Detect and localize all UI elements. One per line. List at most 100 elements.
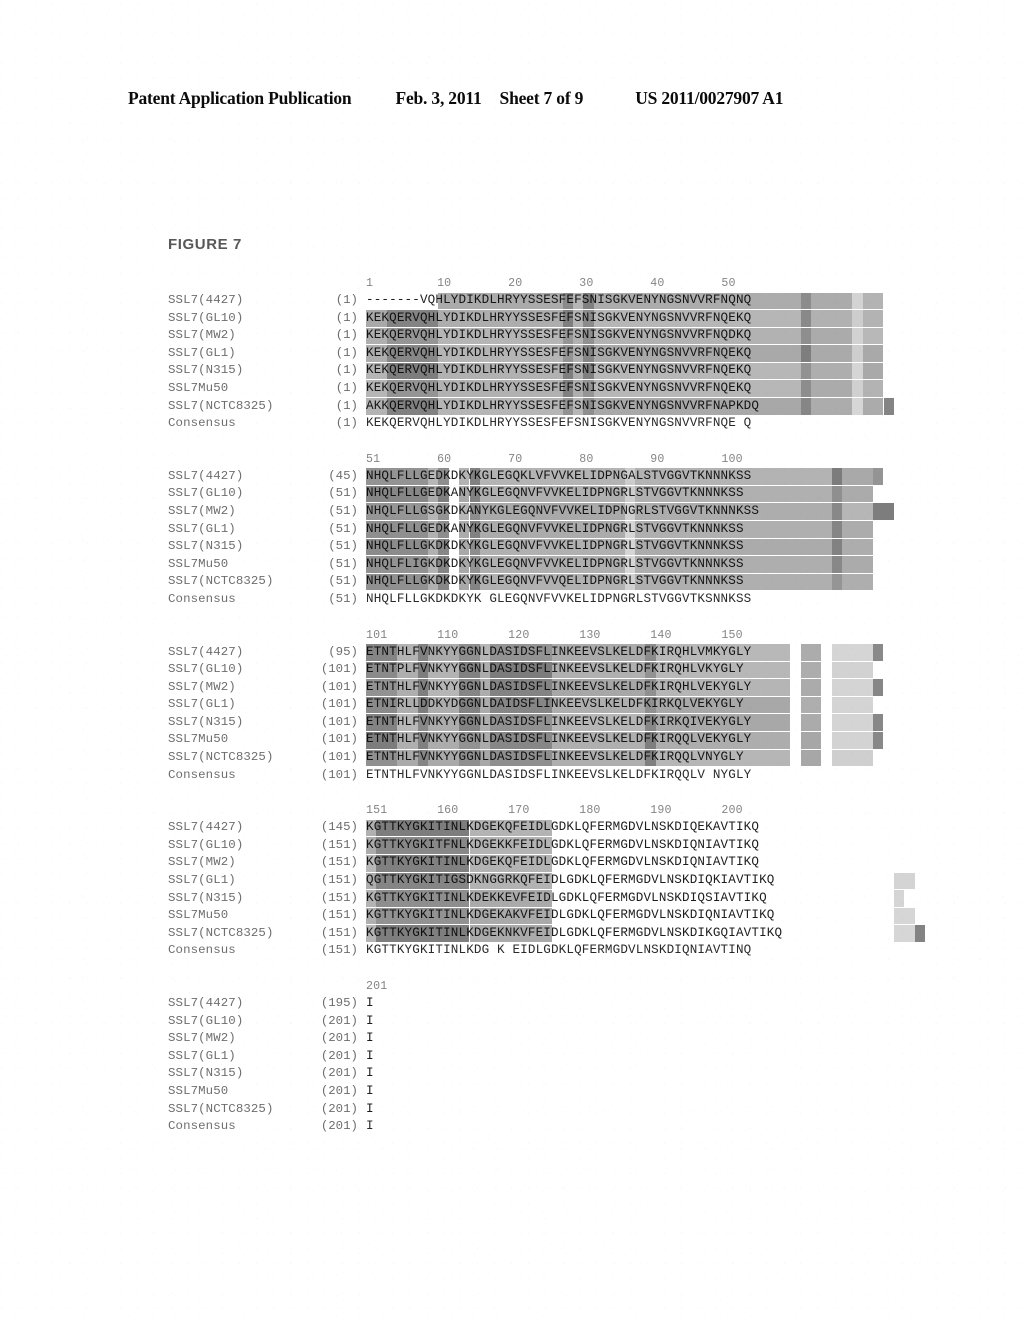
sequence-row: SSL7(NCTC8325) (151) KGTTKYGKITINLKDGEKNKV… <box>168 925 925 943</box>
sequence-row: SSL7(4427) (1) -------VQHLYDIKDLHRYYSSESFE… <box>168 292 888 310</box>
sequence-residues: KEKQERVQHLYDIKDLHRYYSSESFEFSNISGKVENYNGS… <box>366 416 752 431</box>
sequence-start-position: (151) <box>320 855 358 870</box>
sequence-residues: KEKQERVQHLYDIKDLHRYYSSESFEFSNISGKVENYNGS… <box>366 362 884 380</box>
sequence-row: SSL7(N315) (201) I <box>168 1065 888 1083</box>
residue-shading <box>862 327 884 345</box>
sequence-residues: I <box>366 1048 374 1063</box>
sequence-start-position: (101) <box>320 662 358 677</box>
alignment-ruler: 1 10 20 30 40 50 <box>168 275 888 292</box>
sequence-residues: AKKQERVQHLYDIKDLHRYYSSESFEFSNISGKVENYNGS… <box>366 398 894 416</box>
sequence-residues: -------VQHLYDIKDLHRYYSSESFEFSNISGKVENYNG… <box>366 292 884 310</box>
sequence-row: SSL7(GL10) (201) I <box>168 1013 888 1031</box>
sequence-residues: I <box>366 1066 374 1081</box>
sequence-residues: KGTTKYGKITINLKDGEKQFEIDLGDKLQFERMGDVLNSK… <box>366 819 759 837</box>
residue-shading <box>893 872 915 890</box>
residue-shading <box>873 468 884 485</box>
ruler-ticks: 151 160 170 180 190 200 <box>366 804 743 818</box>
ruler-ticks: 101 110 120 130 140 150 <box>366 628 743 642</box>
sequence-name: SSL7Mu50 <box>168 732 229 747</box>
residue-shading <box>862 310 884 327</box>
residue-shading <box>811 310 853 327</box>
residue-shading <box>831 503 843 521</box>
sequence-name: SSL7(4427) <box>168 644 244 659</box>
alignment-block: 51 60 70 80 90 100 SSL7(4427) (45) NHQLFLLG… <box>168 451 894 609</box>
residue-shading <box>800 661 822 679</box>
sequence-row: SSL7Mu50 (151) KGTTKYGKITINLKDGEKAKVFEIDLG… <box>168 907 915 925</box>
sequence-start-position: (1) <box>335 293 358 307</box>
sequence-start-position: (151) <box>320 925 358 940</box>
sequence-row: SSL7(4427) (45) NHQLFLLGEDKDKYKGLEGQKLVFVV… <box>168 468 888 486</box>
sequence-start-position: (45) <box>328 468 358 483</box>
sequence-start-position: (101) <box>320 767 358 782</box>
residue-shading <box>862 380 884 398</box>
sheet-number: Sheet 7 of 9 <box>499 88 584 108</box>
residue-shading <box>883 398 894 415</box>
sequence-name: SSL7(GL10) <box>168 662 244 677</box>
sequence-start-position: (145) <box>320 820 358 835</box>
sequence-row: SSL7(MW2) (51) NHQLFLLGSGKDKANYKGLEGQNVFVV… <box>168 503 894 521</box>
sequence-start-position: (101) <box>320 697 358 712</box>
residue-shading <box>852 292 863 310</box>
sequence-start-position: (201) <box>320 1119 358 1134</box>
sequence-residues: ETNTHLFVNKYYGGNLDASIDSFLINKEEVSLKELDFKIR… <box>366 644 884 662</box>
publication-label: Patent Application Publication <box>128 88 352 108</box>
sequence-name: SSL7(MW2) <box>168 503 236 518</box>
residue-shading <box>831 661 874 679</box>
residue-shading <box>800 398 812 415</box>
publication-date: Feb. 3, 2011 <box>395 88 482 108</box>
alignment-ruler: 101 110 120 130 140 150 <box>168 627 888 644</box>
figure-title: FIGURE 7 <box>168 236 242 253</box>
residue-shading <box>831 714 874 731</box>
alignment-block: 201 SSL7(4427) (195) I SSL7(GL10) (201) I SSL7(… <box>168 978 888 1136</box>
sequence-name: SSL7(GL10) <box>168 310 244 325</box>
residue-shading <box>842 468 874 485</box>
sequence-row: SSL7(NCTC8325) (101) ETNTHLFVNKYYGGNLDASID… <box>168 749 888 767</box>
sequence-residues: KEKQERVQHLYDIKDLHRYYSSESFEFSNISGKVENYNGS… <box>366 310 884 328</box>
sequence-name: SSL7Mu50 <box>168 380 229 395</box>
sequence-residues: KGTTKYGKITINLKDG K EIDLGDKLQFERMGDVLNSKD… <box>366 943 752 958</box>
sequence-row: SSL7(NCTC8325) (1) AKKQERVQHLYDIKDLHRYYSSE… <box>168 398 894 416</box>
residue-shading <box>831 731 874 749</box>
sequence-start-position: (151) <box>320 943 358 958</box>
sequence-residues: ETNTHLFVNKYYGGNLDASIDSFLINKEEVSLKELDFKIR… <box>366 767 752 782</box>
residue-shading <box>842 556 874 573</box>
sequence-name: SSL7(N315) <box>168 539 244 554</box>
sequence-row: SSL7(GL10) (51) NHQLFLLGEDKANYKGLEGQNVFVVK… <box>168 485 888 503</box>
sequence-start-position: (51) <box>328 503 358 518</box>
sequence-row: SSL7Mu50 (1) KEKQERVQHLYDIKDLHRYYSSESFEFSN… <box>168 380 888 398</box>
sequence-residues: NHQLFLIGKDKDKYKGLEGQNVFVVKELIDPNGRLSTVGG… <box>366 556 874 574</box>
residue-shading <box>862 362 884 380</box>
sequence-name: SSL7(N315) <box>168 1066 244 1081</box>
sequence-start-position: (1) <box>335 380 358 395</box>
sequence-residues: I <box>366 1119 374 1134</box>
sequence-row: SSL7(MW2) (151) KGTTKYGKITINLKDGEKQFEIDLGD… <box>168 854 888 872</box>
sequence-start-position: (1) <box>335 328 358 343</box>
residue-shading <box>852 345 863 362</box>
sequence-row: SSL7(GL10) (1) KEKQERVQHLYDIKDLHRYYSSESFEF… <box>168 310 888 328</box>
sequence-name: SSL7(GL1) <box>168 873 236 888</box>
sequence-residues: I <box>366 1031 374 1046</box>
sequence-residues: I <box>366 1083 374 1098</box>
sequence-residues: ETNTHLFVNKYYGGNLDASIDSFLINKEEVSLKELDFKIR… <box>366 749 874 767</box>
sequence-row: SSL7(GL10) (151) KGTTKYGKITFNLKDGEKKFEIDLG… <box>168 837 888 855</box>
sequence-name: SSL7(GL1) <box>168 345 236 360</box>
sequence-start-position: (151) <box>320 873 358 888</box>
residue-shading <box>831 749 874 767</box>
residue-shading <box>800 749 822 767</box>
residue-shading <box>800 731 822 749</box>
residue-shading <box>811 362 853 380</box>
residue-shading <box>852 380 863 398</box>
patent-number: US 2011/0027907 A1 <box>635 88 784 108</box>
sequence-name: SSL7(N315) <box>168 890 244 905</box>
residue-shading <box>811 345 853 362</box>
sequence-start-position: (1) <box>335 310 358 325</box>
alignment-ruler: 151 160 170 180 190 200 <box>168 802 888 819</box>
sequence-name: Consensus <box>168 943 236 958</box>
residue-shading <box>852 327 863 345</box>
residue-shading <box>800 696 822 714</box>
sequence-start-position: (201) <box>320 1013 358 1028</box>
residue-shading <box>852 310 863 327</box>
residue-shading <box>800 714 822 731</box>
sequence-start-position: (51) <box>328 591 358 606</box>
residue-shading <box>873 679 884 696</box>
